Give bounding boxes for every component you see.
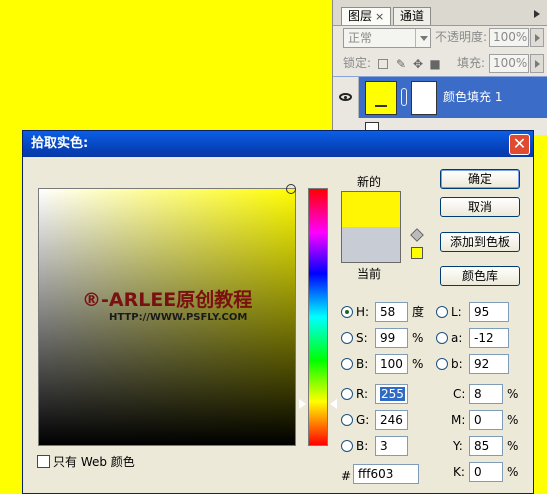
hex-label: # [341, 469, 352, 483]
blend-row: 正常 不透明度: 100% [333, 26, 547, 52]
black-label: K: [453, 465, 465, 479]
color-field-marker[interactable] [286, 184, 296, 194]
yellow-unit: % [507, 439, 519, 453]
saturation-label: S: [356, 331, 368, 345]
lab-b-label: b: [451, 357, 463, 371]
radio-lightness[interactable] [436, 306, 448, 318]
ok-button[interactable]: 确定 [440, 169, 520, 189]
cyan-label: C: [453, 387, 466, 401]
fill-input[interactable]: 100% [489, 54, 529, 73]
green-input[interactable]: 246 [375, 410, 408, 430]
radio-lab-a[interactable] [436, 332, 448, 344]
brightness-unit: % [412, 357, 424, 371]
blend-mode-select[interactable]: 正常 [343, 28, 431, 48]
magenta-label: M: [451, 413, 466, 427]
web-colors-only-checkbox[interactable] [37, 455, 50, 468]
panel-tab-bar: 图层 × 通道 [333, 0, 547, 26]
hue-slider-left-arrow-icon[interactable] [298, 398, 306, 410]
close-button[interactable]: ✕ [509, 134, 530, 155]
add-to-swatches-button[interactable]: 添加到色板 [440, 232, 520, 252]
watermark-url: HTTP://WWW.PSFLY.COM [109, 312, 248, 323]
hue-input[interactable]: 58 [375, 302, 408, 322]
lab-l-label: L: [451, 305, 462, 319]
cyan-input[interactable]: 8 [469, 384, 503, 404]
yellow-input[interactable]: 85 [469, 436, 503, 456]
fill-label: 填充: [457, 56, 486, 70]
cancel-button[interactable]: 取消 [440, 197, 520, 217]
green-label: G: [356, 413, 370, 427]
layer-name[interactable]: 颜色填充 1 [443, 88, 502, 106]
close-icon: ✕ [512, 134, 527, 153]
eye-icon[interactable] [339, 93, 352, 101]
black-input[interactable]: 0 [469, 462, 503, 482]
radio-lab-b[interactable] [436, 358, 448, 370]
radio-hue[interactable] [341, 306, 353, 318]
opacity-input[interactable]: 100% [489, 28, 529, 47]
layers-panel: 图层 × 通道 正常 不透明度: 100% 锁定: ✎ ✥ ■ 填充: 100% … [332, 0, 547, 135]
opacity-slider-arrow-icon[interactable] [530, 28, 544, 47]
lock-brush-icon[interactable]: ✎ [394, 57, 408, 71]
tab-channels[interactable]: 通道 [393, 7, 432, 25]
blue-label: B: [356, 439, 369, 453]
hue-unit: 度 [412, 305, 425, 319]
tab-channels-label: 通道 [400, 9, 425, 23]
panel-menu-icon[interactable] [532, 8, 544, 20]
radio-red[interactable] [341, 388, 353, 400]
cyan-unit: % [507, 387, 519, 401]
chevron-down-icon[interactable] [415, 29, 430, 47]
blend-mode-value: 正常 [348, 31, 373, 45]
color-libraries-button[interactable]: 颜色库 [440, 266, 520, 286]
layer-row-color-fill[interactable]: 颜色填充 1 [333, 76, 547, 119]
saturation-input[interactable]: 99 [375, 328, 408, 348]
web-colors-only-label[interactable]: 只有 Web 颜色 [53, 454, 135, 470]
magenta-input[interactable]: 0 [469, 410, 503, 430]
hue-slider[interactable] [308, 188, 328, 446]
opacity-label: 不透明度: [435, 30, 488, 44]
fill-slider-arrow-icon[interactable] [530, 54, 544, 73]
gamut-color-swatch[interactable] [411, 247, 423, 259]
layer-thumbnail[interactable] [365, 81, 397, 115]
red-value: 255 [380, 387, 405, 401]
current-color-swatch[interactable] [341, 227, 401, 263]
radio-blue[interactable] [341, 440, 353, 452]
tab-layers-label: 图层 [348, 9, 373, 23]
saturation-unit: % [412, 331, 424, 345]
link-icon[interactable] [401, 88, 407, 106]
dialog-title: 拾取实色: [31, 136, 89, 151]
lock-move-icon[interactable]: ✥ [411, 57, 425, 71]
color-picker-dialog: 拾取实色: ✕ ®-ARLEE原创教程 HTTP://WWW.PSFLY.COM… [22, 130, 534, 494]
hex-input[interactable]: fff603 [353, 464, 419, 484]
lock-transparent-icon[interactable] [378, 59, 388, 69]
layer-mask-thumbnail[interactable] [411, 81, 437, 115]
visibility-cell[interactable] [333, 77, 359, 119]
lock-all-icon[interactable]: ■ [428, 57, 442, 71]
lab-a-label: a: [451, 331, 463, 345]
red-input[interactable]: 255 [375, 384, 408, 404]
color-field[interactable]: ®-ARLEE原创教程 HTTP://WWW.PSFLY.COM [38, 184, 296, 446]
radio-brightness[interactable] [341, 358, 353, 370]
black-unit: % [507, 465, 519, 479]
watermark-text: ®-ARLEE原创教程 [82, 289, 253, 311]
hue-slider-right-arrow-icon[interactable] [330, 399, 337, 409]
hue-label: H: [356, 305, 370, 319]
yellow-label: Y: [453, 439, 463, 453]
red-label: R: [356, 387, 369, 401]
dialog-titlebar[interactable]: 拾取实色: ✕ [23, 131, 533, 157]
magenta-unit: % [507, 413, 519, 427]
lock-label: 锁定: [343, 56, 372, 70]
blue-input[interactable]: 3 [375, 436, 408, 456]
current-color-label: 当前 [357, 267, 382, 281]
lab-a-input[interactable]: -12 [469, 328, 509, 348]
lab-l-input[interactable]: 95 [469, 302, 509, 322]
tab-layers[interactable]: 图层 × [341, 7, 392, 25]
brightness-label: B: [356, 357, 369, 371]
new-color-label: 新的 [357, 175, 382, 189]
lab-b-input[interactable]: 92 [469, 354, 509, 374]
web-safe-cube-icon[interactable] [410, 228, 424, 242]
tab-close-icon[interactable]: × [375, 10, 384, 23]
radio-saturation[interactable] [341, 332, 353, 344]
radio-green[interactable] [341, 414, 353, 426]
new-color-swatch [341, 191, 401, 227]
brightness-input[interactable]: 100 [375, 354, 408, 374]
